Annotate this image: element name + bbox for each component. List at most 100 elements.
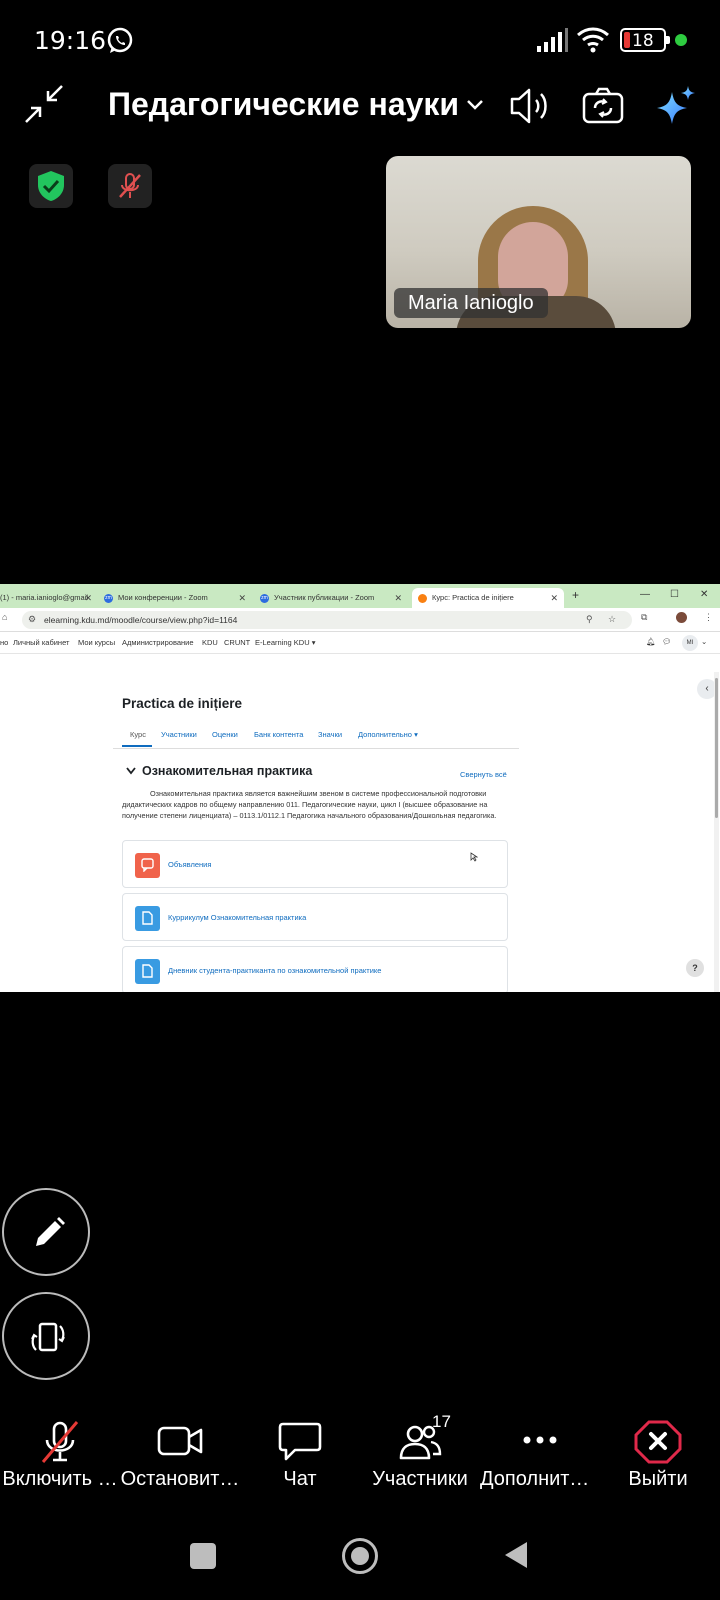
- maximize-icon[interactable]: ☐: [670, 589, 679, 600]
- close-icon[interactable]: ✕: [238, 588, 246, 608]
- more-dots-icon: [523, 1436, 557, 1444]
- ai-sparkle-icon[interactable]: [655, 84, 697, 128]
- browser-menu-icon[interactable]: ⋮: [704, 612, 713, 623]
- more-label: Дополните…: [480, 1468, 600, 1490]
- home-icon[interactable]: ⌂: [2, 612, 7, 622]
- activity-curriculum[interactable]: Куррикулум Ознакомительная практика: [122, 893, 508, 941]
- site-info-icon[interactable]: ⚙: [28, 614, 36, 625]
- tab-content-bank[interactable]: Банк контента: [254, 730, 303, 739]
- activity-student-diary[interactable]: Дневник студента-практиканта по ознакоми…: [122, 946, 508, 992]
- tab-course[interactable]: Курс: [130, 730, 146, 739]
- moodle-navbar: но Личный кабинет Мои курсы Администриро…: [0, 632, 720, 654]
- file-icon: [135, 959, 160, 984]
- new-tab-icon[interactable]: +: [572, 588, 579, 602]
- mic-off-icon: [41, 1421, 79, 1463]
- leave-icon: [634, 1420, 682, 1464]
- browser-tab-course[interactable]: Курс: Practica de inițiere ✕: [412, 588, 564, 608]
- tab-badges[interactable]: Значки: [318, 730, 342, 739]
- status-bar: 19:16 18: [0, 0, 720, 80]
- leave-label: Выйти: [628, 1468, 688, 1490]
- battery-icon: 18: [620, 28, 670, 52]
- close-icon[interactable]: ✕: [550, 588, 558, 608]
- leave-button[interactable]: Выйти: [598, 1420, 718, 1490]
- participants-button[interactable]: 17 Участники: [360, 1412, 480, 1490]
- bell-icon[interactable]: 🔔︎: [646, 637, 656, 646]
- mouse-cursor-icon: [470, 852, 478, 862]
- messages-icon[interactable]: 💬︎: [662, 637, 672, 646]
- scrollbar-thumb[interactable]: [715, 678, 718, 818]
- video-camera-icon: [157, 1426, 203, 1456]
- tab-more[interactable]: Дополнительно ▾: [358, 730, 418, 739]
- tab-participants[interactable]: Участники: [161, 730, 197, 739]
- participants-count: 17: [432, 1412, 451, 1431]
- minimize-icon[interactable]: —: [640, 589, 650, 600]
- recent-apps-button[interactable]: [190, 1543, 216, 1569]
- nav-elearning-kdu[interactable]: E-Learning KDU ▾: [255, 638, 315, 647]
- close-icon[interactable]: ✕: [394, 588, 402, 608]
- close-window-icon[interactable]: ✕: [700, 589, 708, 600]
- battery-level: 18: [632, 31, 654, 51]
- section-description: Ознакомительная практика является важней…: [122, 789, 497, 820]
- address-bar[interactable]: ⚙ elearning.kdu.md/moodle/course/view.ph…: [22, 611, 632, 629]
- shared-screen[interactable]: (1) - maria.ianioglo@gmail ✕ zm Мои конфе…: [0, 584, 720, 992]
- chat-bubble-icon: [278, 1422, 322, 1461]
- help-button[interactable]: ?: [686, 959, 704, 977]
- collapse-all-link[interactable]: Свернуть всё: [460, 770, 507, 779]
- browser-tab-zoom-conferences[interactable]: zm Мои конференции - Zoom ✕: [104, 588, 246, 608]
- status-time: 19:16: [34, 26, 107, 55]
- nav-dashboard[interactable]: Личный кабинет: [13, 638, 69, 647]
- user-avatar[interactable]: MI: [682, 635, 698, 651]
- signal-icon: [537, 28, 568, 52]
- home-button[interactable]: [342, 1538, 378, 1574]
- more-button[interactable]: Дополните…: [480, 1420, 600, 1490]
- stop-video-label: Остановит…: [120, 1468, 240, 1490]
- muted-mic-badge: [108, 164, 152, 208]
- meeting-title[interactable]: Педагогические науки: [108, 86, 459, 123]
- chevron-down-icon[interactable]: ⌄: [701, 637, 707, 646]
- activity-link[interactable]: Дневник студента-практиканта по ознакоми…: [168, 966, 381, 975]
- chevron-down-icon[interactable]: [126, 767, 136, 775]
- shield-check-icon: [38, 171, 64, 201]
- rotate-screen-button[interactable]: [2, 1292, 90, 1380]
- close-icon[interactable]: ✕: [84, 588, 92, 608]
- nav-kdu[interactable]: KDU: [202, 638, 218, 647]
- zoom-icon: zm: [104, 593, 113, 603]
- chevron-down-icon[interactable]: [466, 98, 484, 112]
- pencil-icon: [36, 1217, 65, 1246]
- section-title[interactable]: Ознакомительная практика: [142, 764, 312, 778]
- browser-tab-zoom-participant[interactable]: zm Участник публикации - Zoom ✕: [260, 588, 402, 608]
- activity-link[interactable]: Куррикулум Ознакомительная практика: [168, 913, 306, 922]
- url-text: elearning.kdu.md/moodle/course/view.php?…: [44, 615, 238, 625]
- address-bar-row: ⌂ ⚙ elearning.kdu.md/moodle/course/view.…: [0, 608, 720, 632]
- camera-switch-icon[interactable]: [582, 86, 624, 126]
- activity-link[interactable]: Объявления: [168, 860, 211, 869]
- profile-avatar[interactable]: [676, 612, 687, 623]
- chat-button[interactable]: Чат: [240, 1420, 360, 1490]
- nav-home[interactable]: но: [0, 638, 8, 647]
- nav-administration[interactable]: Администрирование: [122, 638, 194, 647]
- back-button[interactable]: [503, 1540, 529, 1570]
- chat-label: Чат: [283, 1468, 317, 1490]
- zoom-lens-icon[interactable]: ⚲: [586, 614, 593, 625]
- browser-tab-gmail[interactable]: (1) - maria.ianioglo@gmail ✕: [0, 588, 92, 608]
- speaker-icon[interactable]: [508, 84, 552, 128]
- extensions-icon[interactable]: ⧉: [641, 612, 647, 623]
- nav-my-courses[interactable]: Мои курсы: [78, 638, 115, 647]
- browser-tab-strip: (1) - maria.ianioglo@gmail ✕ zm Мои конфе…: [0, 584, 720, 608]
- unmute-label: Включить …: [2, 1468, 118, 1490]
- security-shield-badge[interactable]: [29, 164, 73, 208]
- stop-video-button[interactable]: Остановит…: [120, 1420, 240, 1490]
- rotate-icon: [31, 1322, 65, 1352]
- wifi-icon: [577, 27, 609, 53]
- course-title: Practica de inițiere: [122, 696, 243, 711]
- participant-video-tile[interactable]: Maria Ianioglo: [386, 156, 691, 328]
- annotate-button[interactable]: [2, 1188, 90, 1276]
- file-icon: [135, 906, 160, 931]
- bookmark-star-icon[interactable]: ☆: [608, 614, 616, 625]
- camera-in-use-dot: [675, 34, 687, 46]
- activity-announcements[interactable]: Объявления: [122, 840, 508, 888]
- unmute-button[interactable]: Включить …: [0, 1420, 120, 1490]
- collapse-icon[interactable]: [24, 84, 64, 124]
- tab-grades[interactable]: Оценки: [212, 730, 238, 739]
- nav-crunt[interactable]: CRUNT: [224, 638, 250, 647]
